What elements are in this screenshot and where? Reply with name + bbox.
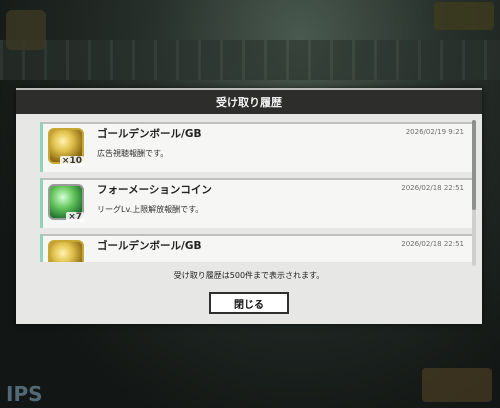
bottom-right-banner (422, 368, 492, 402)
top-left-menu-icon (6, 10, 46, 50)
stadium-roof (0, 40, 500, 80)
item-title: ゴールデンボール/GB (97, 240, 202, 252)
history-list[interactable]: ×10 ゴールデンボール/GB 2026/02/19 9:21 広告視聴報酬です… (40, 122, 480, 262)
item-date: 2026/02/19 9:21 (405, 128, 464, 136)
item-date: 2026/02/18 22:51 (401, 184, 464, 192)
golden-ball-icon (48, 240, 84, 262)
history-limit-note: 受け取り履歴は500件まで表示されます。 (173, 271, 325, 280)
history-dialog: 受け取り履歴 ×10 ゴールデンボール/GB 2026/02/19 9:21 広… (16, 88, 482, 324)
golden-ball-icon: ×10 (48, 128, 84, 166)
list-item: ×7 フォーメーションコイン 2026/02/18 22:51 リーグLv.上限… (40, 178, 472, 228)
close-button[interactable]: 閉じる (209, 292, 289, 314)
item-date: 2026/02/18 22:51 (401, 240, 464, 248)
formation-coin-icon: ×7 (48, 184, 84, 222)
item-quantity: ×7 (66, 212, 84, 222)
item-description: リーグLv.上限解放報酬です。 (97, 205, 204, 214)
list-item: ×10 ゴールデンボール/GB 2026/02/19 9:21 広告視聴報酬です… (40, 122, 472, 172)
scroll-thumb[interactable] (472, 120, 476, 210)
item-description: 広告視聴報酬です。 (97, 149, 169, 158)
dialog-header: 受け取り履歴 (16, 88, 482, 114)
top-right-banner (434, 2, 494, 30)
item-title: フォーメーションコイン (97, 184, 212, 196)
list-scrollbar[interactable] (472, 120, 476, 266)
tips-label: IPS (6, 382, 43, 406)
dialog-title: 受け取り履歴 (216, 96, 282, 109)
item-quantity: ×10 (59, 156, 84, 166)
item-title: ゴールデンボール/GB (97, 128, 202, 140)
list-item: ゴールデンボール/GB 2026/02/18 22:51 (40, 234, 472, 262)
